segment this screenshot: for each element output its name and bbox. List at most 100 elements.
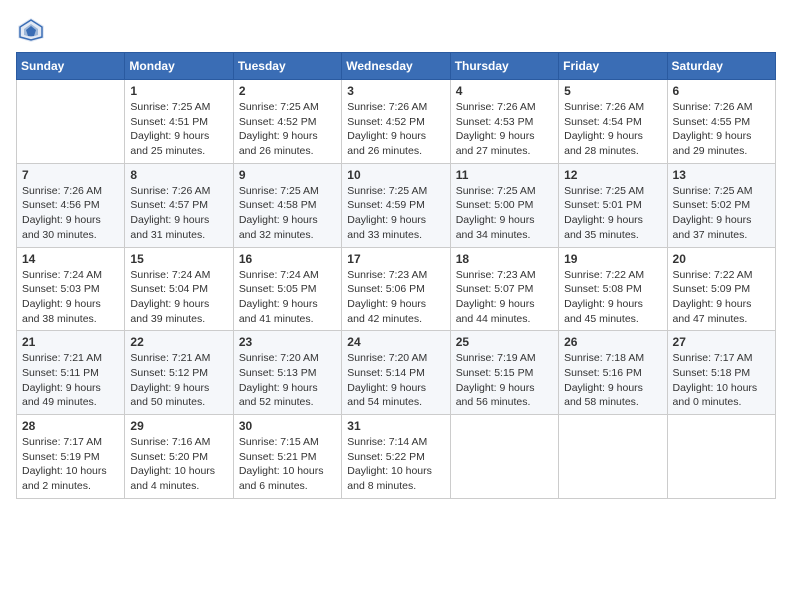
day-info: Sunrise: 7:25 AM Sunset: 5:01 PM Dayligh… bbox=[564, 184, 661, 243]
logo-icon bbox=[16, 16, 46, 44]
day-info: Sunrise: 7:15 AM Sunset: 5:21 PM Dayligh… bbox=[239, 435, 336, 494]
calendar-week-row: 28 Sunrise: 7:17 AM Sunset: 5:19 PM Dayli… bbox=[17, 415, 776, 499]
day-info: Sunrise: 7:26 AM Sunset: 4:54 PM Dayligh… bbox=[564, 100, 661, 159]
calendar-cell: 24 Sunrise: 7:20 AM Sunset: 5:14 PM Dayli… bbox=[342, 331, 450, 415]
day-number: 1 bbox=[130, 84, 227, 98]
day-number: 14 bbox=[22, 252, 119, 266]
day-number: 24 bbox=[347, 335, 444, 349]
day-info: Sunrise: 7:24 AM Sunset: 5:05 PM Dayligh… bbox=[239, 268, 336, 327]
day-number: 17 bbox=[347, 252, 444, 266]
day-info: Sunrise: 7:26 AM Sunset: 4:56 PM Dayligh… bbox=[22, 184, 119, 243]
column-header-friday: Friday bbox=[559, 53, 667, 80]
day-number: 10 bbox=[347, 168, 444, 182]
day-number: 6 bbox=[673, 84, 770, 98]
column-header-saturday: Saturday bbox=[667, 53, 775, 80]
calendar-cell: 13 Sunrise: 7:25 AM Sunset: 5:02 PM Dayli… bbox=[667, 163, 775, 247]
day-info: Sunrise: 7:24 AM Sunset: 5:03 PM Dayligh… bbox=[22, 268, 119, 327]
day-number: 11 bbox=[456, 168, 553, 182]
calendar-week-row: 7 Sunrise: 7:26 AM Sunset: 4:56 PM Daylig… bbox=[17, 163, 776, 247]
calendar-cell: 2 Sunrise: 7:25 AM Sunset: 4:52 PM Daylig… bbox=[233, 80, 341, 164]
day-info: Sunrise: 7:17 AM Sunset: 5:18 PM Dayligh… bbox=[673, 351, 770, 410]
calendar-cell: 20Sunrise: 7:22 AM Sunset: 5:09 PM Dayli… bbox=[667, 247, 775, 331]
calendar-cell: 22 Sunrise: 7:21 AM Sunset: 5:12 PM Dayli… bbox=[125, 331, 233, 415]
column-header-tuesday: Tuesday bbox=[233, 53, 341, 80]
calendar-cell: 19 Sunrise: 7:22 AM Sunset: 5:08 PM Dayli… bbox=[559, 247, 667, 331]
calendar-cell bbox=[450, 415, 558, 499]
day-number: 13 bbox=[673, 168, 770, 182]
day-info: Sunrise: 7:22 AM Sunset: 5:09 PM Dayligh… bbox=[673, 268, 770, 327]
day-number: 18 bbox=[456, 252, 553, 266]
day-info: Sunrise: 7:14 AM Sunset: 5:22 PM Dayligh… bbox=[347, 435, 444, 494]
calendar-cell: 23Sunrise: 7:20 AM Sunset: 5:13 PM Dayli… bbox=[233, 331, 341, 415]
day-info: Sunrise: 7:26 AM Sunset: 4:57 PM Dayligh… bbox=[130, 184, 227, 243]
day-number: 26 bbox=[564, 335, 661, 349]
day-number: 22 bbox=[130, 335, 227, 349]
calendar-cell: 18 Sunrise: 7:23 AM Sunset: 5:07 PM Dayli… bbox=[450, 247, 558, 331]
calendar-cell: 1 Sunrise: 7:25 AM Sunset: 4:51 PM Daylig… bbox=[125, 80, 233, 164]
day-info: Sunrise: 7:21 AM Sunset: 5:12 PM Dayligh… bbox=[130, 351, 227, 410]
day-info: Sunrise: 7:26 AM Sunset: 4:53 PM Dayligh… bbox=[456, 100, 553, 159]
day-info: Sunrise: 7:17 AM Sunset: 5:19 PM Dayligh… bbox=[22, 435, 119, 494]
calendar-cell: 3 Sunrise: 7:26 AM Sunset: 4:52 PM Daylig… bbox=[342, 80, 450, 164]
calendar-cell: 4 Sunrise: 7:26 AM Sunset: 4:53 PM Daylig… bbox=[450, 80, 558, 164]
column-header-monday: Monday bbox=[125, 53, 233, 80]
calendar-cell: 16Sunrise: 7:24 AM Sunset: 5:05 PM Dayli… bbox=[233, 247, 341, 331]
column-header-sunday: Sunday bbox=[17, 53, 125, 80]
day-number: 31 bbox=[347, 419, 444, 433]
day-info: Sunrise: 7:25 AM Sunset: 4:58 PM Dayligh… bbox=[239, 184, 336, 243]
calendar-cell bbox=[17, 80, 125, 164]
day-info: Sunrise: 7:23 AM Sunset: 5:07 PM Dayligh… bbox=[456, 268, 553, 327]
calendar-header-row: SundayMondayTuesdayWednesdayThursdayFrid… bbox=[17, 53, 776, 80]
day-info: Sunrise: 7:18 AM Sunset: 5:16 PM Dayligh… bbox=[564, 351, 661, 410]
calendar-cell bbox=[559, 415, 667, 499]
calendar-cell: 12 Sunrise: 7:25 AM Sunset: 5:01 PM Dayli… bbox=[559, 163, 667, 247]
day-info: Sunrise: 7:25 AM Sunset: 4:51 PM Dayligh… bbox=[130, 100, 227, 159]
day-number: 4 bbox=[456, 84, 553, 98]
day-number: 29 bbox=[130, 419, 227, 433]
calendar-cell: 5 Sunrise: 7:26 AM Sunset: 4:54 PM Daylig… bbox=[559, 80, 667, 164]
calendar-cell: 31 Sunrise: 7:14 AM Sunset: 5:22 PM Dayli… bbox=[342, 415, 450, 499]
day-info: Sunrise: 7:21 AM Sunset: 5:11 PM Dayligh… bbox=[22, 351, 119, 410]
calendar-cell: 26 Sunrise: 7:18 AM Sunset: 5:16 PM Dayli… bbox=[559, 331, 667, 415]
day-number: 7 bbox=[22, 168, 119, 182]
calendar-cell: 28 Sunrise: 7:17 AM Sunset: 5:19 PM Dayli… bbox=[17, 415, 125, 499]
day-number: 3 bbox=[347, 84, 444, 98]
day-number: 2 bbox=[239, 84, 336, 98]
day-number: 8 bbox=[130, 168, 227, 182]
day-number: 28 bbox=[22, 419, 119, 433]
day-info: Sunrise: 7:26 AM Sunset: 4:52 PM Dayligh… bbox=[347, 100, 444, 159]
column-header-thursday: Thursday bbox=[450, 53, 558, 80]
day-number: 27 bbox=[673, 335, 770, 349]
calendar-cell: 27 Sunrise: 7:17 AM Sunset: 5:18 PM Dayli… bbox=[667, 331, 775, 415]
day-info: Sunrise: 7:19 AM Sunset: 5:15 PM Dayligh… bbox=[456, 351, 553, 410]
calendar-cell: 10 Sunrise: 7:25 AM Sunset: 4:59 PM Dayli… bbox=[342, 163, 450, 247]
page-header bbox=[16, 16, 776, 44]
day-info: Sunrise: 7:22 AM Sunset: 5:08 PM Dayligh… bbox=[564, 268, 661, 327]
calendar-week-row: 14 Sunrise: 7:24 AM Sunset: 5:03 PM Dayli… bbox=[17, 247, 776, 331]
day-info: Sunrise: 7:20 AM Sunset: 5:14 PM Dayligh… bbox=[347, 351, 444, 410]
logo bbox=[16, 16, 50, 44]
day-number: 30 bbox=[239, 419, 336, 433]
day-number: 25 bbox=[456, 335, 553, 349]
day-info: Sunrise: 7:25 AM Sunset: 5:00 PM Dayligh… bbox=[456, 184, 553, 243]
day-info: Sunrise: 7:25 AM Sunset: 5:02 PM Dayligh… bbox=[673, 184, 770, 243]
calendar-table: SundayMondayTuesdayWednesdayThursdayFrid… bbox=[16, 52, 776, 499]
calendar-cell: 7 Sunrise: 7:26 AM Sunset: 4:56 PM Daylig… bbox=[17, 163, 125, 247]
calendar-cell: 8 Sunrise: 7:26 AM Sunset: 4:57 PM Daylig… bbox=[125, 163, 233, 247]
day-number: 23 bbox=[239, 335, 336, 349]
calendar-cell: 30 Sunrise: 7:15 AM Sunset: 5:21 PM Dayli… bbox=[233, 415, 341, 499]
day-info: Sunrise: 7:25 AM Sunset: 4:59 PM Dayligh… bbox=[347, 184, 444, 243]
day-info: Sunrise: 7:25 AM Sunset: 4:52 PM Dayligh… bbox=[239, 100, 336, 159]
day-info: Sunrise: 7:16 AM Sunset: 5:20 PM Dayligh… bbox=[130, 435, 227, 494]
calendar-cell: 17 Sunrise: 7:23 AM Sunset: 5:06 PM Dayli… bbox=[342, 247, 450, 331]
day-info: Sunrise: 7:23 AM Sunset: 5:06 PM Dayligh… bbox=[347, 268, 444, 327]
day-number: 12 bbox=[564, 168, 661, 182]
calendar-cell: 14 Sunrise: 7:24 AM Sunset: 5:03 PM Dayli… bbox=[17, 247, 125, 331]
calendar-cell bbox=[667, 415, 775, 499]
calendar-week-row: 1 Sunrise: 7:25 AM Sunset: 4:51 PM Daylig… bbox=[17, 80, 776, 164]
day-number: 19 bbox=[564, 252, 661, 266]
day-number: 5 bbox=[564, 84, 661, 98]
calendar-week-row: 21Sunrise: 7:21 AM Sunset: 5:11 PM Dayli… bbox=[17, 331, 776, 415]
calendar-cell: 21Sunrise: 7:21 AM Sunset: 5:11 PM Dayli… bbox=[17, 331, 125, 415]
calendar-cell: 25 Sunrise: 7:19 AM Sunset: 5:15 PM Dayli… bbox=[450, 331, 558, 415]
